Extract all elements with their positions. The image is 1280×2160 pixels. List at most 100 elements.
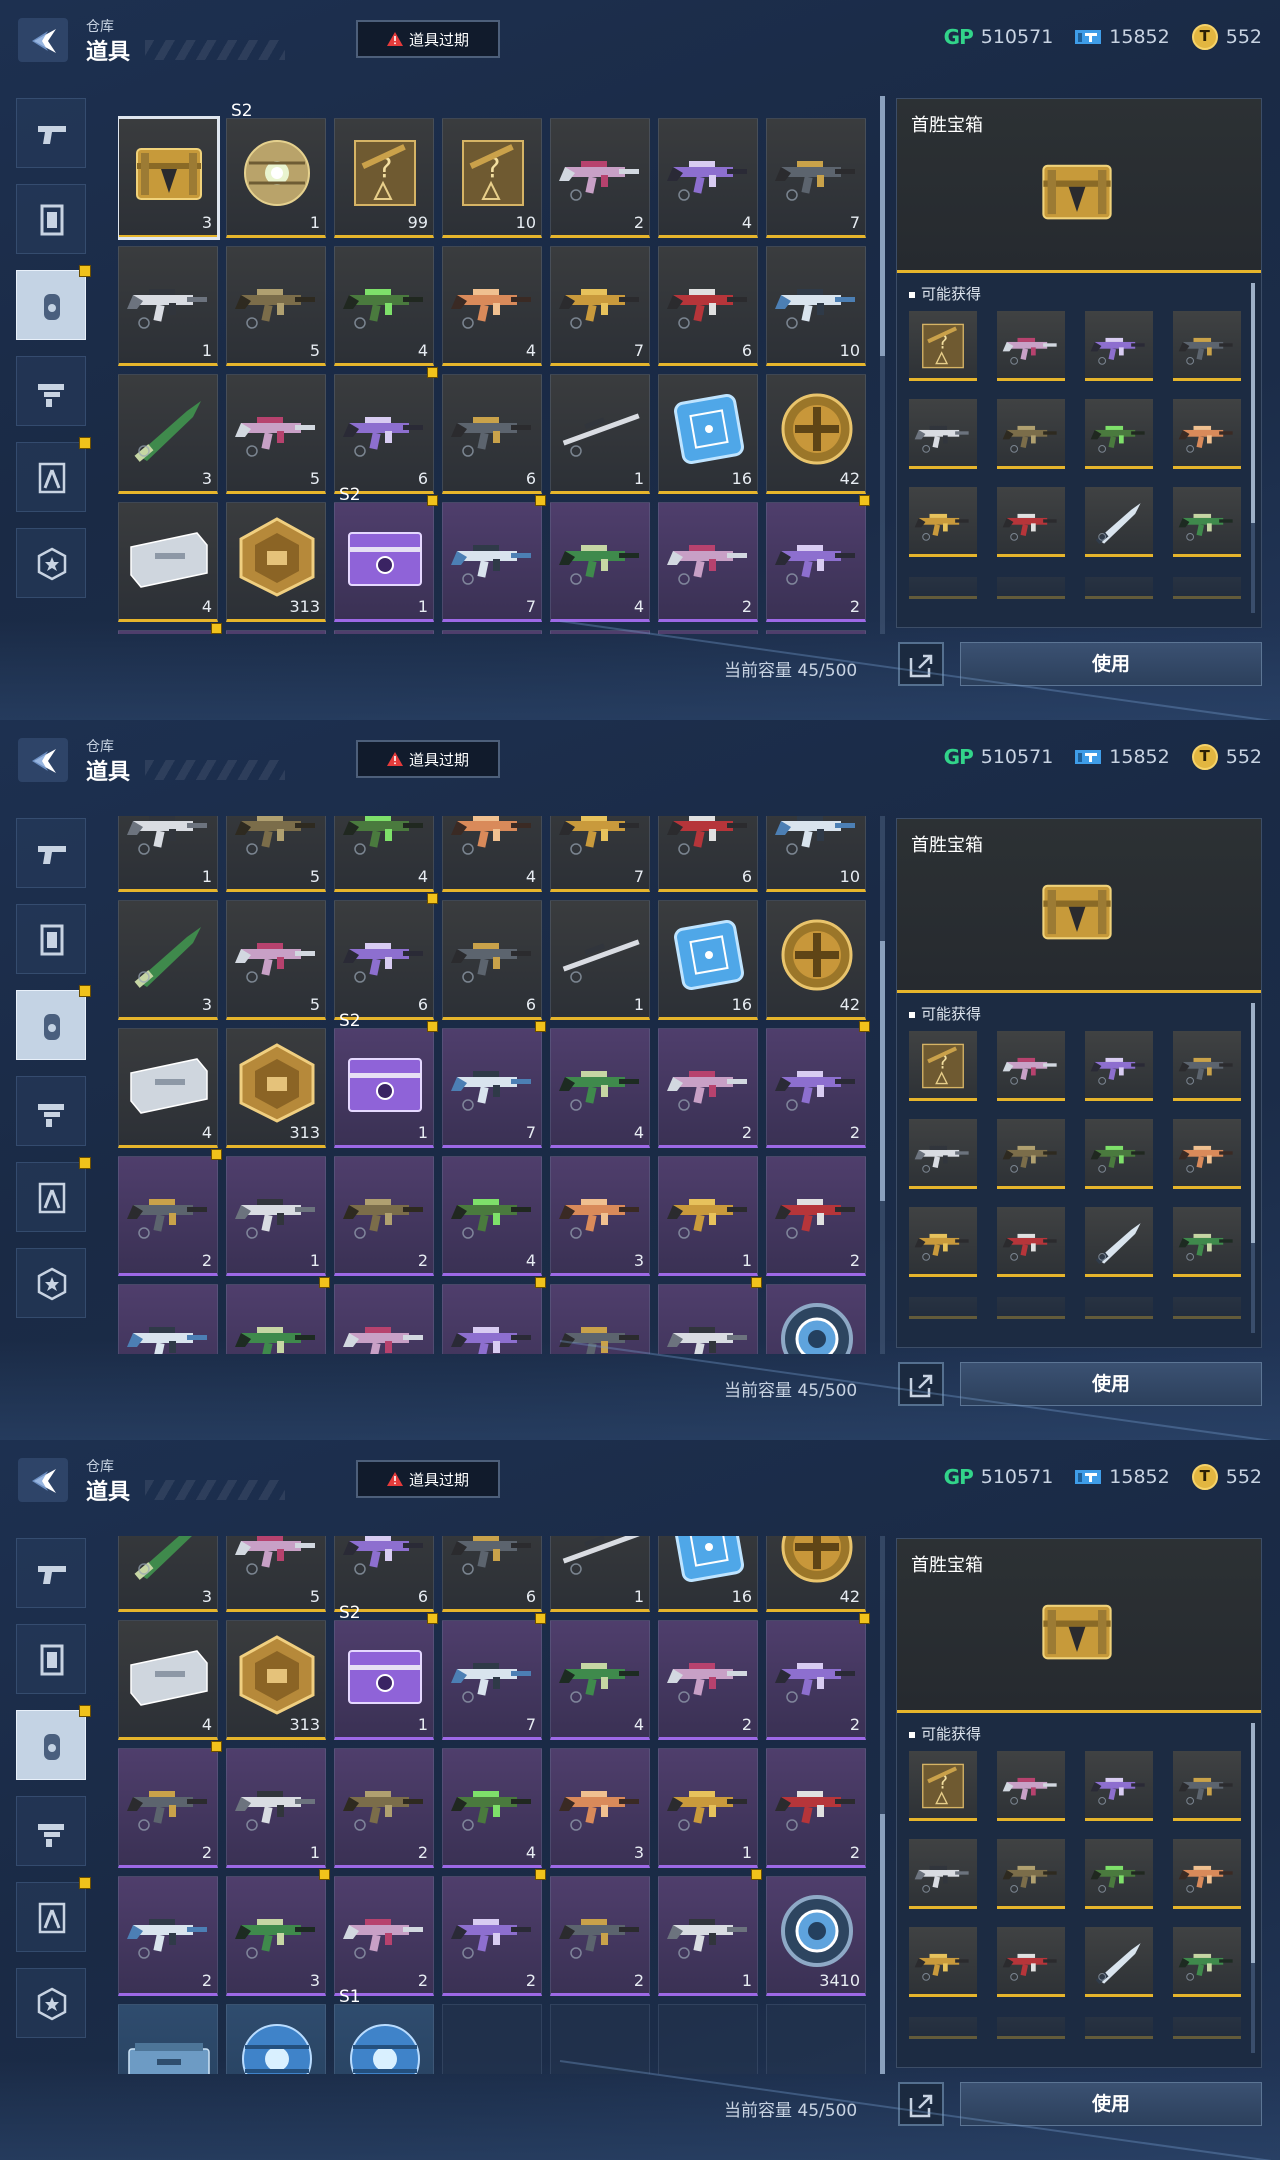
item-grid[interactable]: 3 S2 1 ? 99 ? 10 2 4 7 1 5 4 4 7 6 10 3 … bbox=[118, 96, 870, 634]
inventory-item[interactable]: 3 bbox=[118, 374, 218, 494]
possible-reward[interactable] bbox=[1173, 577, 1241, 599]
possible-reward[interactable] bbox=[1173, 487, 1241, 557]
inventory-item[interactable]: ? 99 bbox=[334, 118, 434, 238]
inventory-item[interactable]: 1 bbox=[118, 2004, 218, 2074]
use-button[interactable]: 使用 bbox=[960, 2082, 1262, 2126]
inventory-item[interactable]: 5 bbox=[226, 816, 326, 892]
inventory-item[interactable]: 2 bbox=[766, 1156, 866, 1276]
inventory-item[interactable]: 3 bbox=[226, 1277, 330, 1354]
inventory-item[interactable]: 4 bbox=[550, 502, 650, 622]
category-tab-card-frame[interactable] bbox=[16, 1624, 86, 1694]
inventory-item[interactable]: 3 bbox=[550, 630, 650, 634]
category-tab-character[interactable] bbox=[16, 437, 91, 512]
inventory-item[interactable]: 2 bbox=[766, 1021, 870, 1148]
inventory-item[interactable]: 4 bbox=[442, 246, 542, 366]
inventory-item[interactable]: 4 bbox=[334, 816, 434, 892]
category-tab-character[interactable] bbox=[16, 1157, 91, 1232]
inventory-item[interactable]: 6 bbox=[334, 367, 438, 494]
inventory-item[interactable]: 1 bbox=[226, 1156, 326, 1276]
possible-reward[interactable] bbox=[1085, 1207, 1153, 1277]
reward-scrollbar[interactable] bbox=[1251, 283, 1255, 613]
possible-reward[interactable] bbox=[1173, 1297, 1241, 1319]
possible-reward[interactable]: ? bbox=[909, 311, 977, 381]
inventory-item[interactable]: 2 bbox=[766, 1613, 870, 1740]
possible-reward[interactable] bbox=[909, 487, 977, 557]
possible-reward[interactable] bbox=[997, 399, 1065, 469]
inventory-item[interactable]: 1 bbox=[550, 1536, 650, 1612]
possible-reward[interactable] bbox=[997, 1927, 1065, 1997]
inventory-item[interactable]: 2 bbox=[334, 1284, 434, 1354]
inventory-item[interactable]: 3 bbox=[118, 900, 218, 1020]
inventory-item[interactable]: 42 bbox=[766, 900, 866, 1020]
category-tab-dog-tag[interactable] bbox=[16, 985, 91, 1060]
category-tab-star-badge[interactable] bbox=[16, 1968, 86, 2038]
share-button[interactable] bbox=[898, 642, 944, 686]
category-tab-card-frame[interactable] bbox=[16, 904, 86, 974]
possible-reward[interactable] bbox=[1173, 1927, 1241, 1997]
inventory-item[interactable]: ? 10 bbox=[442, 118, 542, 238]
inventory-item[interactable]: S2 1 bbox=[334, 485, 438, 622]
inventory-item[interactable]: 2 bbox=[658, 502, 758, 622]
inventory-item[interactable]: 6 bbox=[442, 900, 542, 1020]
possible-reward[interactable] bbox=[997, 1297, 1065, 1319]
inventory-item[interactable]: 313 bbox=[226, 502, 326, 622]
inventory-item[interactable]: 1 bbox=[226, 1748, 326, 1868]
category-tab-dog-tag[interactable] bbox=[16, 265, 91, 340]
use-button[interactable]: 使用 bbox=[960, 1362, 1262, 1406]
inventory-item[interactable]: 4 bbox=[550, 1620, 650, 1740]
possible-reward[interactable] bbox=[997, 2017, 1065, 2039]
inventory-item[interactable]: 6 bbox=[334, 1536, 434, 1612]
inventory-item[interactable]: 2 bbox=[766, 495, 870, 622]
possible-reward[interactable] bbox=[1085, 487, 1153, 557]
reward-scroll-thumb[interactable] bbox=[1251, 283, 1255, 523]
expired-items-button[interactable]: 道具过期 bbox=[356, 740, 500, 778]
inventory-item[interactable]: 6 bbox=[442, 1536, 542, 1612]
inventory-item[interactable]: 1 bbox=[118, 246, 218, 366]
category-tab-pistol[interactable] bbox=[16, 98, 86, 168]
scroll-thumb[interactable] bbox=[880, 1814, 885, 2074]
inventory-item[interactable]: 3 bbox=[550, 1156, 650, 1276]
inventory-item[interactable]: 2 bbox=[658, 1028, 758, 1148]
possible-reward[interactable] bbox=[997, 1207, 1065, 1277]
possible-reward[interactable] bbox=[1173, 399, 1241, 469]
back-button[interactable] bbox=[18, 1458, 68, 1502]
category-tab-star-badge[interactable] bbox=[16, 1248, 86, 1318]
scroll-thumb[interactable] bbox=[880, 941, 885, 1202]
possible-reward[interactable] bbox=[1085, 577, 1153, 599]
grid-scrollbar[interactable] bbox=[880, 96, 885, 634]
possible-reward[interactable] bbox=[1085, 1297, 1153, 1319]
inventory-item[interactable]: 5 bbox=[226, 900, 326, 1020]
inventory-item[interactable]: 4 bbox=[442, 816, 542, 892]
inventory-item[interactable]: 4 bbox=[442, 1156, 542, 1276]
possible-reward[interactable]: ? bbox=[909, 1031, 977, 1101]
inventory-item[interactable]: 5 bbox=[226, 374, 326, 494]
possible-reward[interactable] bbox=[1173, 311, 1241, 381]
inventory-item[interactable]: 4 bbox=[334, 246, 434, 366]
possible-reward[interactable] bbox=[1173, 1839, 1241, 1909]
inventory-item[interactable]: 7 bbox=[550, 816, 650, 892]
possible-reward[interactable] bbox=[997, 1839, 1065, 1909]
possible-reward[interactable] bbox=[1085, 2017, 1153, 2039]
inventory-item[interactable]: S2 1 bbox=[226, 101, 326, 238]
possible-reward[interactable] bbox=[909, 1119, 977, 1189]
possible-reward[interactable] bbox=[1085, 1119, 1153, 1189]
inventory-item[interactable]: 1 bbox=[658, 1156, 758, 1276]
possible-reward[interactable] bbox=[1085, 1031, 1153, 1101]
possible-reward[interactable] bbox=[909, 399, 977, 469]
inventory-item[interactable]: 2 bbox=[118, 1876, 218, 1996]
possible-reward[interactable] bbox=[1173, 1119, 1241, 1189]
inventory-item[interactable]: 7 bbox=[442, 1613, 546, 1740]
category-tab-pistol[interactable] bbox=[16, 1538, 86, 1608]
possible-reward[interactable] bbox=[909, 1207, 977, 1277]
category-tab-gun-parts[interactable] bbox=[16, 1796, 86, 1866]
inventory-item[interactable]: 2 bbox=[766, 630, 866, 634]
category-tab-gun-parts[interactable] bbox=[16, 1076, 86, 1146]
category-tab-gun-parts[interactable] bbox=[16, 356, 86, 426]
inventory-item[interactable]: 2 bbox=[118, 1149, 222, 1276]
inventory-item[interactable]: 2 bbox=[658, 1620, 758, 1740]
inventory-item[interactable]: 16 bbox=[658, 1536, 758, 1612]
inventory-item[interactable]: 5 bbox=[226, 1536, 326, 1612]
inventory-item[interactable]: 1 bbox=[658, 630, 758, 634]
back-button[interactable] bbox=[18, 18, 68, 62]
category-tab-card-frame[interactable] bbox=[16, 184, 86, 254]
